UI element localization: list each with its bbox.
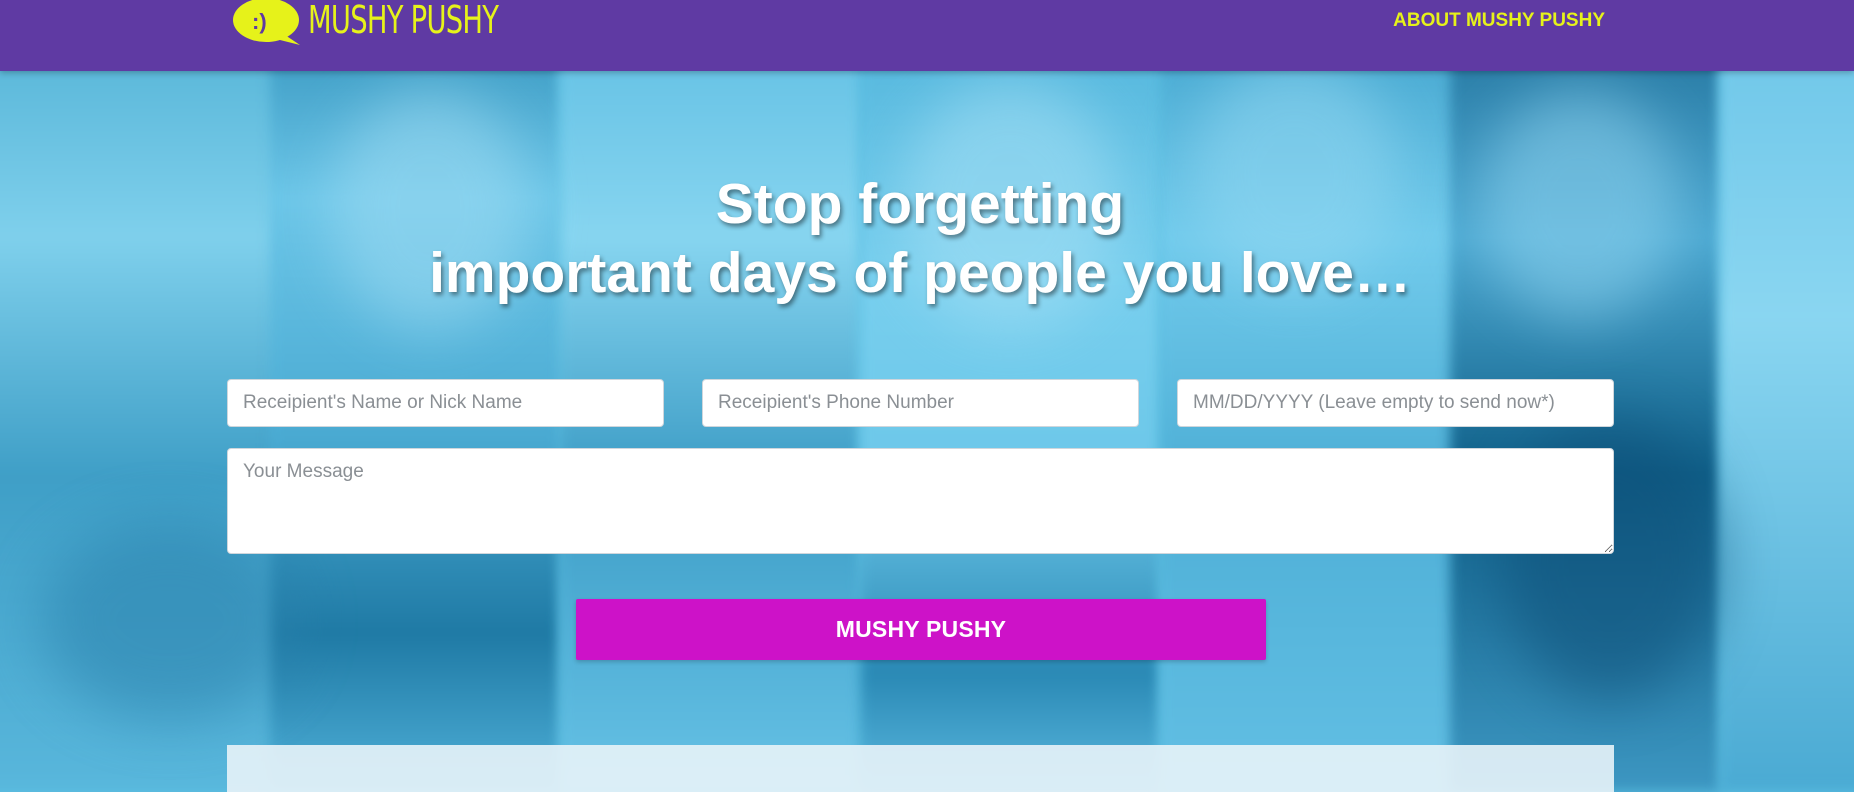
bottom-panel	[227, 745, 1614, 792]
message-textarea[interactable]	[227, 448, 1614, 554]
send-date-input[interactable]	[1177, 379, 1614, 427]
site-header: :) MUSHY PUSHY ABOUT MUSHY PUSHY	[0, 0, 1854, 71]
logo[interactable]: :) MUSHY PUSHY	[232, 0, 572, 46]
hero-title-line-1: Stop forgetting	[715, 172, 1125, 236]
recipient-phone-input[interactable]	[702, 379, 1139, 427]
logo-smiley: :)	[252, 9, 267, 34]
form-row-top	[227, 379, 1614, 427]
nav-about-link[interactable]: ABOUT MUSHY PUSHY	[1393, 10, 1605, 32]
hero-title-line-2: important days of people you love…	[429, 241, 1411, 305]
hero-title: Stop forgetting important days of people…	[0, 170, 1840, 308]
recipient-name-input[interactable]	[227, 379, 664, 427]
mushy-pushy-submit-button[interactable]: MUSHY PUSHY	[576, 599, 1266, 660]
page: :) MUSHY PUSHY ABOUT MUSHY PUSHY Stop fo…	[0, 0, 1854, 792]
send-message-form	[227, 379, 1614, 554]
speech-bubble-smiley-icon: :)	[232, 0, 302, 45]
logo-text: MUSHY PUSHY	[308, 0, 499, 42]
